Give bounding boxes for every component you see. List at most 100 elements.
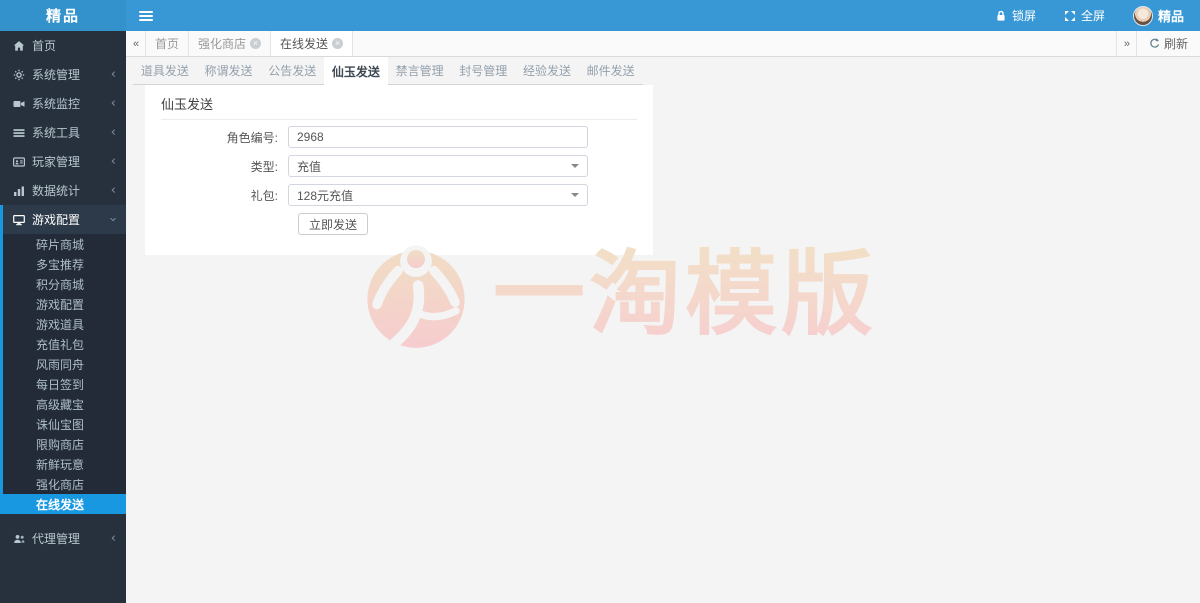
close-icon[interactable]	[332, 38, 343, 49]
sidebar-item-system-admin[interactable]: 系统管理	[0, 60, 126, 89]
role-id-input[interactable]	[288, 126, 588, 148]
submenu-item-online-send[interactable]: 在线发送	[0, 494, 126, 514]
submenu-item[interactable]: 限购商店	[3, 434, 126, 454]
sidebar-item-label: 代理管理	[32, 530, 104, 547]
camera-icon	[13, 98, 25, 110]
tab-label: 在线发送	[280, 35, 328, 52]
sidebar-item-game-config[interactable]: 游戏配置	[0, 205, 126, 234]
chevron-left-icon	[111, 532, 116, 545]
sidebar-item-label: 游戏配置	[32, 211, 104, 228]
caret-down-icon	[571, 193, 579, 197]
sidebar: 首页 系统管理 系统监控	[0, 31, 126, 603]
chevron-left-icon	[111, 155, 116, 168]
refresh-button[interactable]: 刷新	[1136, 31, 1200, 56]
watermark: 一淘模版	[363, 239, 877, 351]
watermark-text: 一淘模版	[493, 242, 877, 348]
sidebar-toggle-icon[interactable]	[126, 0, 166, 31]
submenu-item[interactable]: 积分商城	[3, 274, 126, 294]
sidebar-item-label: 系统工具	[32, 124, 104, 141]
submenu-item[interactable]: 新鲜玩意	[3, 454, 126, 474]
submenu-item[interactable]: 风雨同舟	[3, 354, 126, 374]
form-row-submit: 立即发送	[161, 213, 637, 235]
watermark-logo-icon	[363, 239, 469, 351]
lock-icon	[995, 10, 1007, 22]
submenu-item[interactable]: 每日签到	[3, 374, 126, 394]
sidebar-item-label: 系统监控	[32, 95, 104, 112]
sidebar-item-player-admin[interactable]: 玩家管理	[0, 147, 126, 176]
gift-label: 礼包:	[161, 187, 288, 204]
form-row-type: 类型: 充值	[161, 155, 637, 177]
home-icon	[13, 40, 25, 52]
content-area: 道具发送 称谓发送 公告发送 仙玉发送 禁言管理 封号管理 经验发送 邮件发送 …	[126, 57, 1200, 603]
tab-exp-send[interactable]: 经验发送	[515, 57, 579, 84]
idcard-icon	[13, 156, 25, 168]
role-id-label: 角色编号:	[161, 129, 288, 146]
type-select-value: 充值	[297, 158, 321, 175]
sidebar-item-system-monitor[interactable]: 系统监控	[0, 89, 126, 118]
chevron-left-icon	[111, 97, 116, 110]
sidebar-item-system-tools[interactable]: 系统工具	[0, 118, 126, 147]
tab-item-send[interactable]: 道具发送	[133, 57, 197, 84]
tab-title-send[interactable]: 称谓发送	[197, 57, 261, 84]
tab-enhance-shop[interactable]: 强化商店	[189, 31, 271, 56]
submenu-item[interactable]: 高级藏宝	[3, 394, 126, 414]
submenu-item[interactable]: 诛仙宝图	[3, 414, 126, 434]
chart-icon	[13, 185, 25, 197]
tab-home[interactable]: 首页	[146, 31, 189, 56]
game-config-submenu: 碎片商城 多宝推荐 积分商城 游戏配置 游戏道具 充值礼包 风雨同舟 每日签到 …	[0, 234, 126, 514]
sidebar-item-label: 数据统计	[32, 182, 104, 199]
content-tabs: 道具发送 称谓发送 公告发送 仙玉发送 禁言管理 封号管理 经验发送 邮件发送	[133, 57, 643, 85]
chevron-left-icon	[111, 68, 116, 81]
send-now-button[interactable]: 立即发送	[298, 213, 368, 235]
tab-label: 强化商店	[198, 35, 246, 52]
admin-app: 精品 锁屏 全屏	[0, 0, 1200, 603]
tab-ban-admin[interactable]: 封号管理	[451, 57, 515, 84]
submenu-item[interactable]: 游戏配置	[3, 294, 126, 314]
main-area: « 首页 强化商店 在线发送 » 刷新	[126, 31, 1200, 603]
chevron-down-icon	[107, 217, 120, 222]
close-icon[interactable]	[250, 38, 261, 49]
type-select[interactable]: 充值	[288, 155, 588, 177]
scroll-tabs-left-button[interactable]: «	[126, 31, 146, 56]
submenu-item[interactable]: 碎片商城	[3, 234, 126, 254]
sidebar-item-label: 首页	[32, 37, 116, 54]
tab-jade-send[interactable]: 仙玉发送	[324, 57, 388, 86]
window-tabbar: « 首页 强化商店 在线发送 » 刷新	[126, 31, 1200, 57]
sidebar-item-agent-admin[interactable]: 代理管理	[0, 524, 126, 553]
tab-mute-admin[interactable]: 禁言管理	[388, 57, 452, 84]
fullscreen-button[interactable]: 全屏	[1050, 0, 1119, 31]
lock-screen-button[interactable]: 锁屏	[981, 0, 1050, 31]
sidebar-item-home[interactable]: 首页	[0, 31, 126, 60]
tab-announce-send[interactable]: 公告发送	[260, 57, 324, 84]
chevron-left-icon	[111, 126, 116, 139]
list-icon	[13, 127, 25, 139]
gift-select-value: 128元充值	[297, 187, 353, 204]
tab-online-send[interactable]: 在线发送	[271, 31, 353, 56]
avatar	[1133, 6, 1153, 26]
chevron-left-icon	[111, 184, 116, 197]
gift-select[interactable]: 128元充值	[288, 184, 588, 206]
sidebar-item-label: 玩家管理	[32, 153, 104, 170]
submenu-item[interactable]: 强化商店	[3, 474, 126, 494]
submenu-item[interactable]: 游戏道具	[3, 314, 126, 334]
user-menu[interactable]: 精品	[1119, 0, 1200, 31]
topnav: 锁屏 全屏 精品	[126, 0, 1200, 31]
sidebar-item-data-stats[interactable]: 数据统计	[0, 176, 126, 205]
fullscreen-label: 全屏	[1081, 7, 1105, 24]
users-icon	[13, 533, 25, 545]
lock-screen-label: 锁屏	[1012, 7, 1036, 24]
refresh-icon	[1149, 38, 1160, 49]
jade-send-panel: 仙玉发送 角色编号: 类型: 充值 礼包: 128元充值	[145, 85, 653, 255]
caret-down-icon	[571, 164, 579, 168]
brand-logo[interactable]: 精品	[0, 0, 126, 31]
desktop-icon	[13, 214, 25, 226]
form-row-gift: 礼包: 128元充值	[161, 184, 637, 206]
type-label: 类型:	[161, 158, 288, 175]
panel-title: 仙玉发送	[161, 90, 637, 120]
scroll-tabs-right-button[interactable]: »	[1116, 31, 1136, 56]
gear-icon	[13, 69, 25, 81]
tab-label: 首页	[155, 35, 179, 52]
submenu-item[interactable]: 多宝推荐	[3, 254, 126, 274]
tab-mail-send[interactable]: 邮件发送	[579, 57, 643, 84]
submenu-item[interactable]: 充值礼包	[3, 334, 126, 354]
